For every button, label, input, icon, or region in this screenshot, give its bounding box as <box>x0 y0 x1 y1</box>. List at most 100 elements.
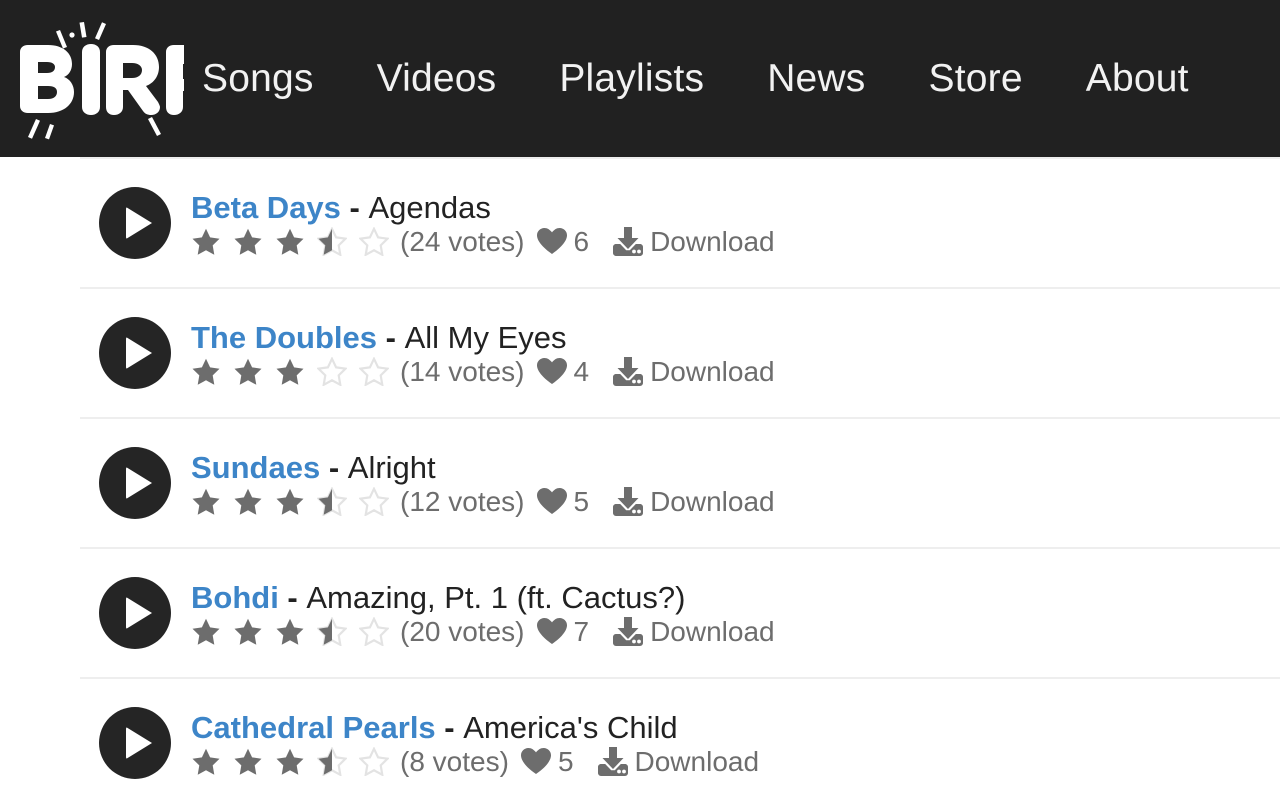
nav-item-news[interactable]: News <box>767 59 865 98</box>
play-button[interactable] <box>99 447 171 519</box>
nav-item-store[interactable]: Store <box>929 59 1023 98</box>
nav-item-playlists[interactable]: Playlists <box>559 59 704 98</box>
nav-item-about[interactable]: About <box>1086 59 1189 98</box>
star-full-icon[interactable] <box>191 227 221 256</box>
song-row: Sundaes - Alright (12 votes) 5 Download <box>80 417 1280 547</box>
star-full-icon[interactable] <box>275 227 305 256</box>
artist-link[interactable]: Cathedral Pearls <box>191 710 436 745</box>
song-info: Bohdi - Amazing, Pt. 1 (ft. Cactus?) (20 … <box>191 580 775 646</box>
love-count: 7 <box>573 615 590 647</box>
love-count: 4 <box>573 355 590 387</box>
download-icon <box>613 487 644 516</box>
star-empty-icon[interactable] <box>359 487 389 516</box>
star-full-icon[interactable] <box>275 487 305 516</box>
star-rating[interactable] <box>191 357 389 386</box>
download-label: Download <box>634 745 760 777</box>
nav-item-videos[interactable]: Videos <box>377 59 497 98</box>
love-count: 5 <box>573 485 590 517</box>
birp-logo-icon <box>20 21 184 139</box>
download-icon <box>597 747 628 776</box>
star-half-icon[interactable] <box>317 227 347 256</box>
star-full-icon[interactable] <box>275 747 305 776</box>
track-title: All My Eyes <box>404 319 567 355</box>
song-meta-line: (24 votes) 6 Download <box>191 227 775 256</box>
star-full-icon[interactable] <box>275 617 305 646</box>
song-title-line: Cathedral Pearls - America's Child <box>191 710 759 745</box>
title-separator: - <box>340 189 369 225</box>
song-row: Cathedral Pearls - America's Child (8 vot… <box>80 677 1280 800</box>
title-separator: - <box>435 709 464 745</box>
song-meta-line: (14 votes) 4 Download <box>191 357 775 386</box>
heart-icon[interactable] <box>536 618 567 645</box>
star-full-icon[interactable] <box>191 487 221 516</box>
song-title-line: Sundaes - Alright <box>191 450 775 485</box>
star-rating[interactable] <box>191 617 389 646</box>
song-row: Bohdi - Amazing, Pt. 1 (ft. Cactus?) (20 … <box>80 547 1280 677</box>
star-empty-icon[interactable] <box>359 617 389 646</box>
heart-icon[interactable] <box>520 748 551 775</box>
vote-count: (24 votes) <box>400 225 525 257</box>
artist-link[interactable]: Beta Days <box>191 190 341 225</box>
song-meta-line: (12 votes) 5 Download <box>191 487 775 516</box>
download-link[interactable]: Download <box>597 745 760 777</box>
vote-count: (8 votes) <box>400 745 509 777</box>
song-meta-line: (20 votes) 7 Download <box>191 617 775 646</box>
star-full-icon[interactable] <box>191 357 221 386</box>
song-info: Sundaes - Alright (12 votes) 5 Download <box>191 450 775 516</box>
star-rating[interactable] <box>191 487 389 516</box>
star-full-icon[interactable] <box>191 617 221 646</box>
star-rating[interactable] <box>191 747 389 776</box>
download-link[interactable]: Download <box>613 357 775 386</box>
heart-icon[interactable] <box>536 488 567 515</box>
star-empty-icon[interactable] <box>359 747 389 776</box>
nav-item-songs[interactable]: Songs <box>202 59 314 98</box>
vote-count: (12 votes) <box>400 485 525 517</box>
play-button[interactable] <box>99 707 171 779</box>
star-half-icon[interactable] <box>317 617 347 646</box>
heart-icon[interactable] <box>536 228 567 255</box>
star-empty-icon[interactable] <box>359 357 389 386</box>
play-button[interactable] <box>99 317 171 389</box>
title-separator: - <box>377 319 405 355</box>
star-empty-icon[interactable] <box>317 357 347 386</box>
play-icon <box>126 207 152 239</box>
download-link[interactable]: Download <box>613 617 775 646</box>
vote-count: (14 votes) <box>400 355 525 387</box>
star-full-icon[interactable] <box>233 357 263 386</box>
star-half-icon[interactable] <box>317 487 347 516</box>
download-icon <box>613 617 644 646</box>
play-button[interactable] <box>99 577 171 649</box>
song-title-line: The Doubles - All My Eyes <box>191 320 775 355</box>
song-row: Beta Days - Agendas (24 votes) 6 Download <box>80 157 1280 287</box>
star-empty-icon[interactable] <box>359 227 389 256</box>
main-navigation: Songs Videos Playlists News Store About <box>190 59 1280 98</box>
star-full-icon[interactable] <box>233 747 263 776</box>
song-info: Beta Days - Agendas (24 votes) 6 Download <box>191 190 775 256</box>
song-title-line: Bohdi - Amazing, Pt. 1 (ft. Cactus?) <box>191 580 775 615</box>
star-full-icon[interactable] <box>191 747 221 776</box>
birp-logo[interactable] <box>0 0 190 157</box>
download-label: Download <box>650 355 775 387</box>
track-title: Amazing, Pt. 1 (ft. Cactus?) <box>306 579 686 615</box>
artist-link[interactable]: Bohdi <box>191 580 279 615</box>
download-link[interactable]: Download <box>613 227 775 256</box>
song-title-line: Beta Days - Agendas <box>191 190 775 225</box>
song-info: Cathedral Pearls - America's Child (8 vot… <box>191 710 759 776</box>
star-full-icon[interactable] <box>233 617 263 646</box>
heart-icon[interactable] <box>536 358 567 385</box>
star-full-icon[interactable] <box>233 227 263 256</box>
download-label: Download <box>650 485 775 517</box>
play-icon <box>126 727 152 759</box>
star-rating[interactable] <box>191 227 389 256</box>
artist-link[interactable]: Sundaes <box>191 450 320 485</box>
song-meta-line: (8 votes) 5 Download <box>191 747 759 776</box>
play-button[interactable] <box>99 187 171 259</box>
star-full-icon[interactable] <box>233 487 263 516</box>
vote-count: (20 votes) <box>400 615 525 647</box>
star-full-icon[interactable] <box>275 357 305 386</box>
artist-link[interactable]: The Doubles <box>191 320 377 355</box>
star-half-icon[interactable] <box>317 747 347 776</box>
download-link[interactable]: Download <box>613 487 775 516</box>
love-count: 6 <box>573 225 590 257</box>
song-row: The Doubles - All My Eyes (14 votes) 4 Down… <box>80 287 1280 417</box>
